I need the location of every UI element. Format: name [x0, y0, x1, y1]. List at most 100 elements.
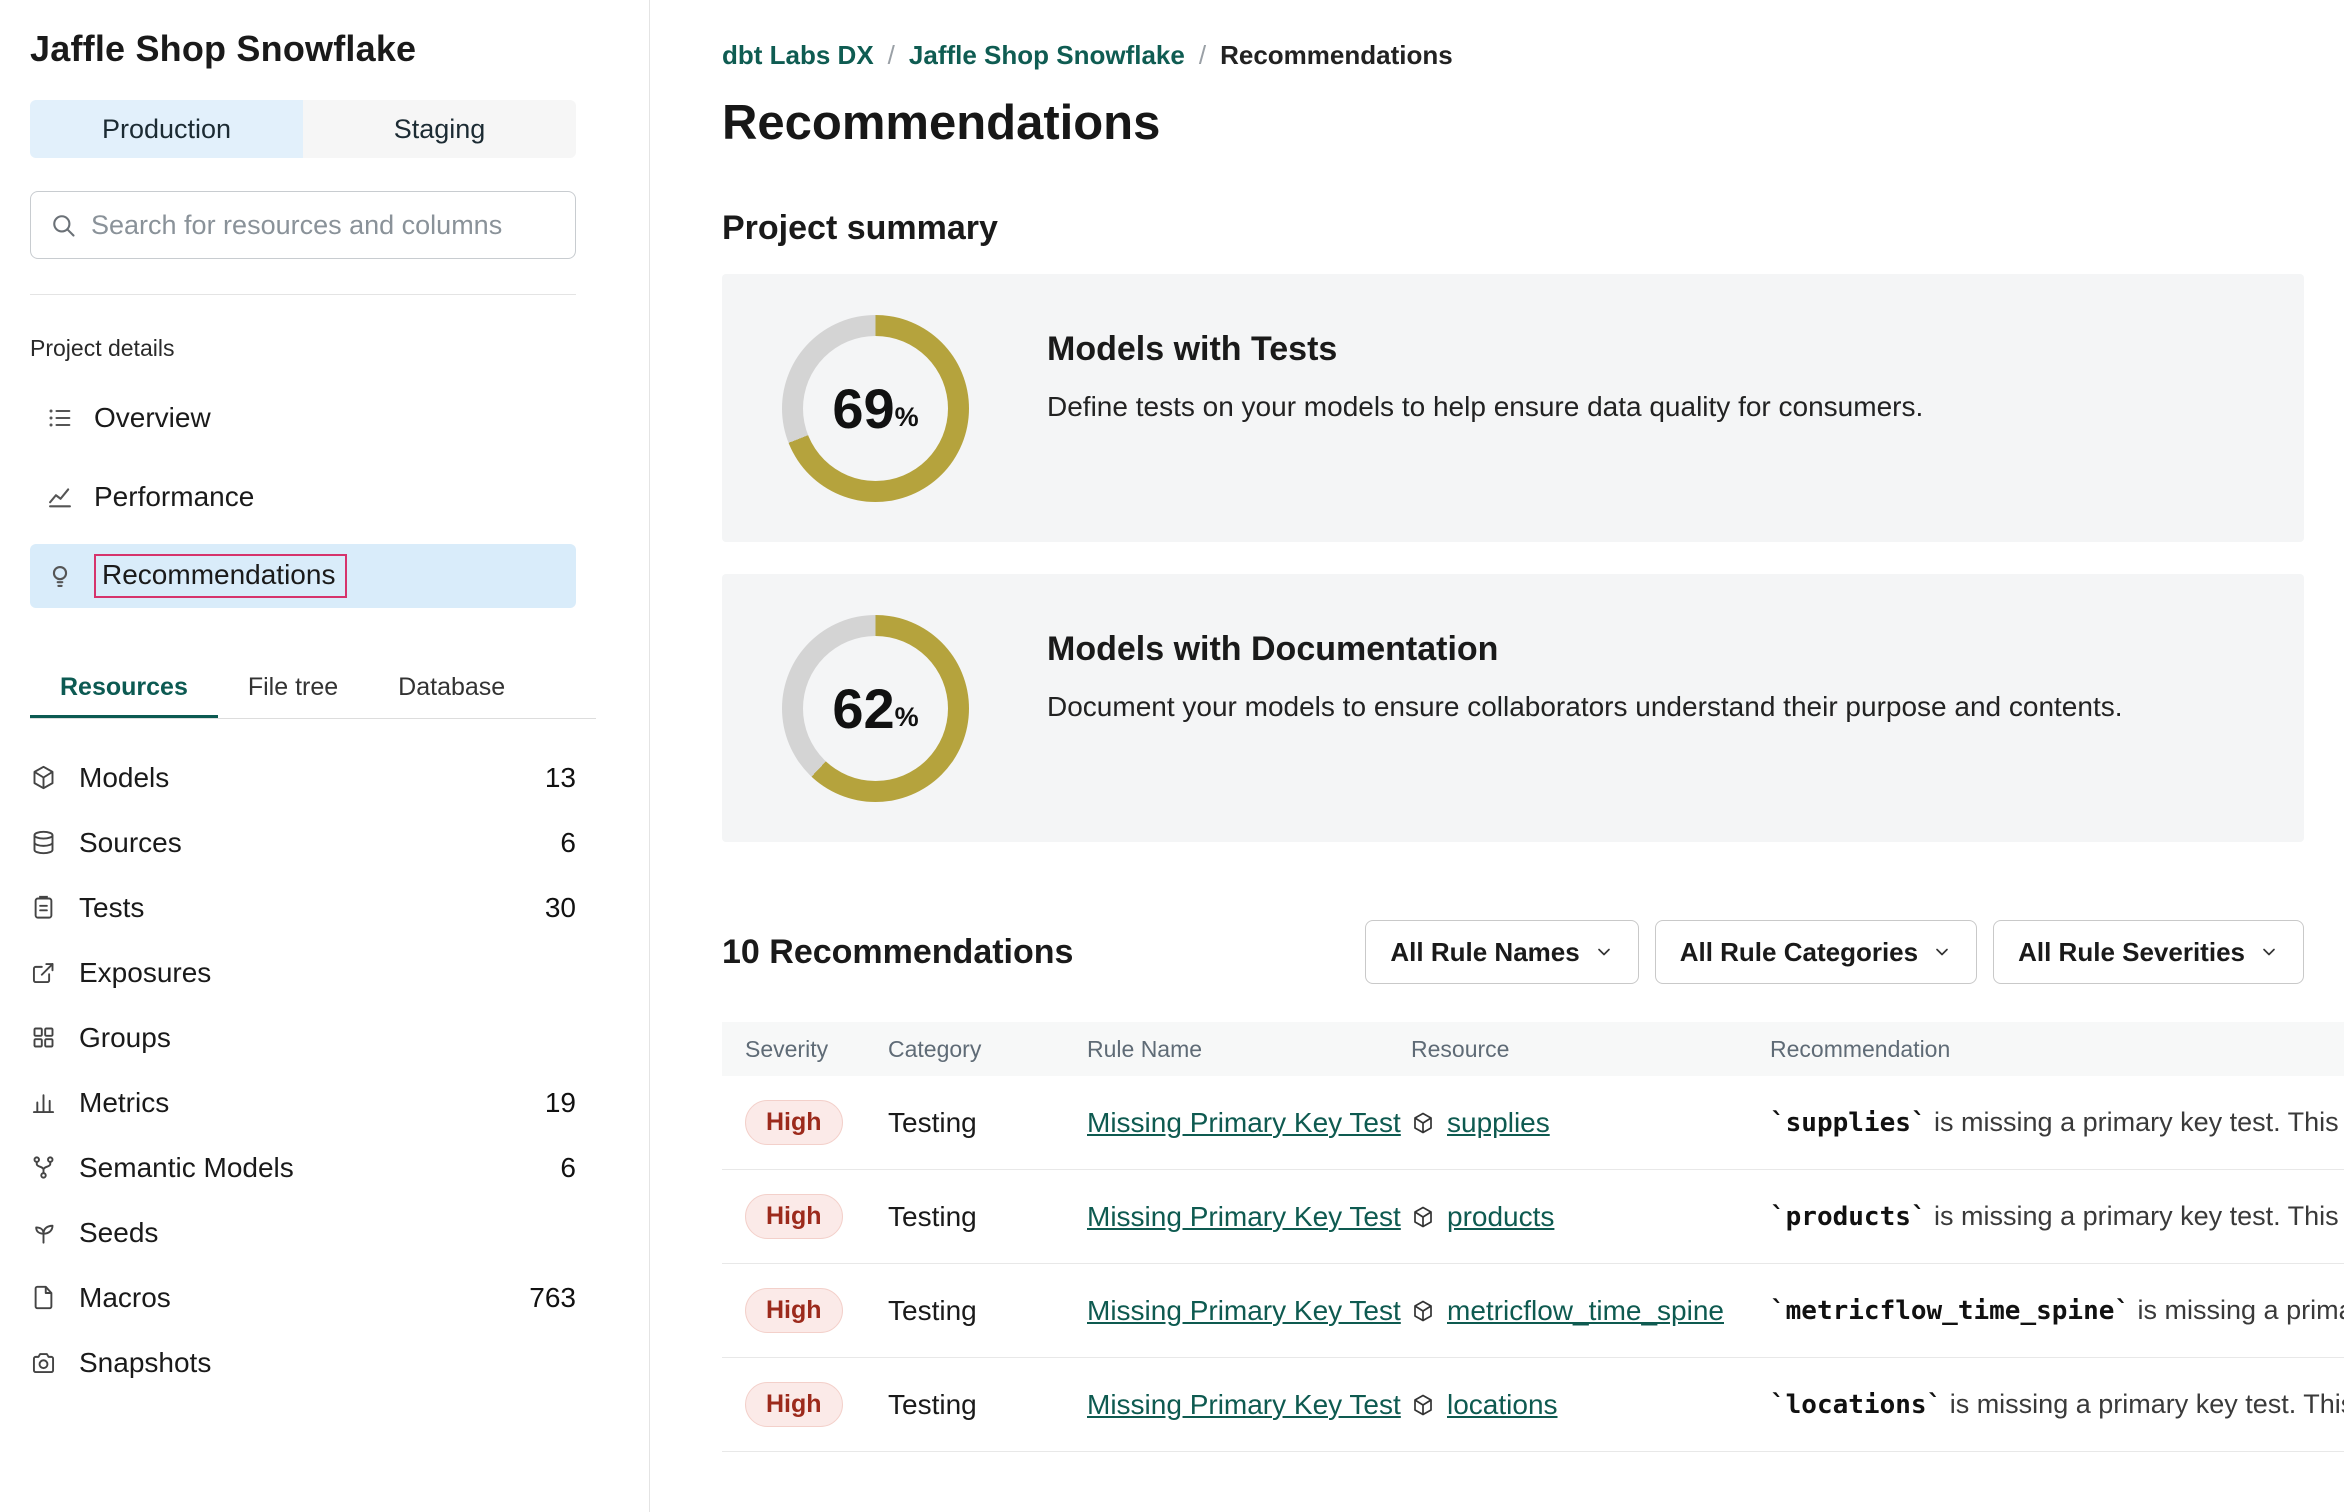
resource-label: Models [79, 762, 169, 794]
rule-name-link[interactable]: Missing Primary Key Test [1087, 1201, 1401, 1232]
bar-chart-icon [30, 1089, 57, 1116]
table-row: High Testing Missing Primary Key Test su… [722, 1076, 2344, 1170]
resource-label: Sources [79, 827, 182, 859]
environment-tabs: Production Staging [30, 100, 576, 158]
resource-label: Snapshots [79, 1347, 211, 1379]
tab-staging[interactable]: Staging [303, 100, 576, 158]
cube-icon [1411, 1393, 1435, 1417]
resource-label: Semantic Models [79, 1152, 294, 1184]
page-title: Recommendations [722, 95, 2344, 151]
column-header-resource: Resource [1411, 1036, 1770, 1063]
resource-link[interactable]: metricflow_time_spine [1447, 1295, 1724, 1327]
resource-link[interactable]: locations [1447, 1389, 1558, 1421]
recommendation-code: `metricflow_time_spine` [1770, 1296, 2130, 1326]
resource-link[interactable]: products [1447, 1201, 1554, 1233]
resource-row-sources[interactable]: Sources 6 [30, 810, 576, 875]
column-header-severity: Severity [745, 1036, 888, 1063]
column-header-rule-name: Rule Name [1087, 1036, 1411, 1063]
column-header-recommendation: Recommendation [1770, 1036, 2344, 1063]
sidebar-item-label: Overview [94, 402, 211, 434]
resource-row-macros[interactable]: Macros 763 [30, 1265, 576, 1330]
resource-link[interactable]: supplies [1447, 1107, 1550, 1139]
cube-icon [1411, 1205, 1435, 1229]
tab-resources[interactable]: Resources [30, 660, 218, 718]
resource-view-tabs: Resources File tree Database [30, 660, 596, 719]
documentation-coverage-donut: 62 % [782, 615, 969, 802]
clipboard-icon [30, 894, 57, 921]
resource-label: Exposures [79, 957, 211, 989]
tab-production[interactable]: Production [30, 100, 303, 158]
breadcrumb-link-project[interactable]: Jaffle Shop Snowflake [909, 40, 1185, 71]
severity-badge: High [745, 1288, 843, 1333]
rule-name-link[interactable]: Missing Primary Key Test [1087, 1107, 1401, 1138]
resource-row-tests[interactable]: Tests 30 [30, 875, 576, 940]
card-text: Models with Tests Define tests on your m… [1047, 274, 1923, 423]
tests-coverage-donut: 69 % [782, 315, 969, 502]
filter-label: All Rule Names [1390, 937, 1579, 968]
cube-icon [1411, 1111, 1435, 1135]
card-title: Models with Tests [1047, 330, 1923, 369]
resource-count: 6 [560, 1152, 576, 1184]
resource-row-models[interactable]: Models 13 [30, 745, 576, 810]
table-row: High Testing Missing Primary Key Test pr… [722, 1170, 2344, 1264]
sidebar-item-overview[interactable]: Overview [30, 386, 576, 450]
filter-label: All Rule Severities [2018, 937, 2245, 968]
breadcrumb-separator: / [1199, 40, 1206, 71]
resource-count: 13 [545, 762, 576, 794]
sidebar-item-recommendations[interactable]: Recommendations [30, 544, 576, 608]
cube-icon [1411, 1299, 1435, 1323]
recommendations-heading: 10 Recommendations [722, 933, 1073, 972]
resource-row-snapshots[interactable]: Snapshots [30, 1330, 576, 1395]
resource-label: Tests [79, 892, 144, 924]
resource-row-seeds[interactable]: Seeds [30, 1200, 576, 1265]
column-header-category: Category [888, 1036, 1087, 1063]
documentation-coverage-percent: 62 [832, 676, 894, 741]
breadcrumb-current: Recommendations [1220, 40, 1453, 71]
resource-row-groups[interactable]: Groups [30, 1005, 576, 1070]
card-description: Define tests on your models to help ensu… [1047, 391, 1923, 423]
filters: All Rule Names All Rule Categories All R… [1365, 920, 2304, 984]
percent-sign: % [895, 702, 919, 733]
line-chart-icon [46, 483, 74, 511]
project-nav: Overview Performance Recommendations [30, 386, 576, 608]
models-with-tests-card: 69 % Models with Tests Define tests on y… [722, 274, 2304, 542]
rule-categories-filter[interactable]: All Rule Categories [1655, 920, 1977, 984]
search-box[interactable] [30, 191, 576, 259]
breadcrumb-link-dbt-labs-dx[interactable]: dbt Labs DX [722, 40, 874, 71]
recommendation-text: is missing a primary key test. This tes [1942, 1389, 2344, 1419]
sidebar-divider [30, 294, 576, 295]
card-text: Models with Documentation Document your … [1047, 574, 2123, 723]
category-cell: Testing [888, 1201, 1087, 1233]
rule-severities-filter[interactable]: All Rule Severities [1993, 920, 2304, 984]
resource-label: Groups [79, 1022, 171, 1054]
recommendations-table: Severity Category Rule Name Resource Rec… [722, 1022, 2344, 1452]
table-row: High Testing Missing Primary Key Test me… [722, 1264, 2344, 1358]
project-details-label: Project details [30, 335, 575, 362]
seedling-icon [30, 1219, 57, 1246]
tab-database[interactable]: Database [368, 660, 535, 718]
card-title: Models with Documentation [1047, 630, 2123, 669]
recommendation-code: `supplies` [1770, 1108, 1927, 1138]
table-header: Severity Category Rule Name Resource Rec… [722, 1022, 2344, 1076]
fork-icon [30, 1154, 57, 1181]
resource-row-exposures[interactable]: Exposures [30, 940, 576, 1005]
resource-row-semantic-models[interactable]: Semantic Models 6 [30, 1135, 576, 1200]
search-input[interactable] [91, 210, 557, 241]
sidebar-item-performance[interactable]: Performance [30, 465, 576, 529]
rule-name-link[interactable]: Missing Primary Key Test [1087, 1389, 1401, 1420]
tab-file-tree[interactable]: File tree [218, 660, 368, 718]
camera-icon [30, 1349, 57, 1376]
rule-names-filter[interactable]: All Rule Names [1365, 920, 1638, 984]
search-icon [49, 211, 77, 239]
tests-coverage-percent: 69 [832, 376, 894, 441]
lightbulb-icon [46, 562, 74, 590]
sidebar: Jaffle Shop Snowflake Production Staging… [0, 0, 650, 1512]
resource-row-metrics[interactable]: Metrics 19 [30, 1070, 576, 1135]
resource-label: Metrics [79, 1087, 169, 1119]
grid-icon [30, 1024, 57, 1051]
share-icon [30, 959, 57, 986]
percent-sign: % [895, 402, 919, 433]
rule-name-link[interactable]: Missing Primary Key Test [1087, 1295, 1401, 1326]
resource-list: Models 13 Sources 6 Tests 30 Exposures [30, 745, 576, 1395]
filter-label: All Rule Categories [1680, 937, 1918, 968]
